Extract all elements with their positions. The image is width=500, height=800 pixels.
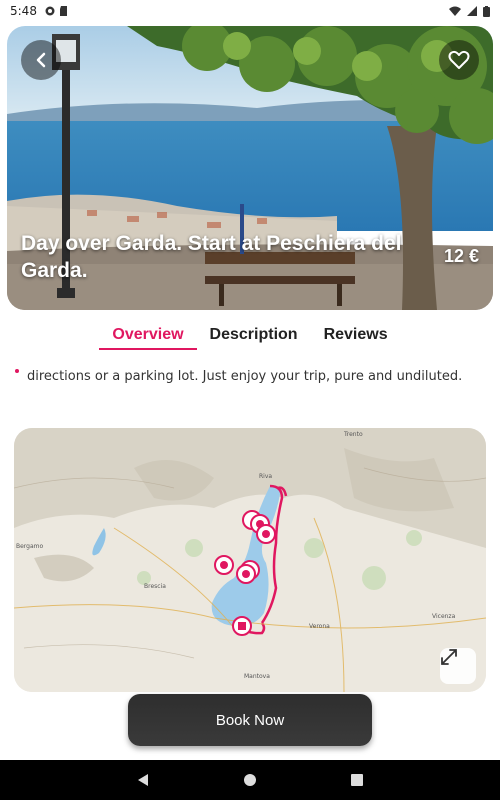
map-graphic: Trento Riva Bergamo Brescia Verona Vicen… <box>14 428 486 692</box>
tour-title: Day over Garda. Start at Peschiera del G… <box>21 232 402 282</box>
system-nav-bar <box>0 760 500 800</box>
favorite-button[interactable] <box>439 40 479 80</box>
back-button[interactable] <box>21 40 61 80</box>
tab-description[interactable]: Description <box>197 324 311 350</box>
heart-outline-icon <box>448 50 470 69</box>
arrow-left-icon <box>36 52 46 68</box>
nav-back-icon[interactable] <box>136 773 150 787</box>
nav-home-icon[interactable] <box>243 773 257 787</box>
book-now-wrapper: Book Now <box>128 694 372 752</box>
book-now-button[interactable]: Book Now <box>128 694 372 746</box>
expand-icon <box>441 649 457 665</box>
svg-text:Verona: Verona <box>309 623 330 630</box>
tab-overview[interactable]: Overview <box>99 324 197 350</box>
svg-text:Bergamo: Bergamo <box>16 543 43 550</box>
hero-image: Day over Garda. Start at Peschiera del G… <box>7 26 493 310</box>
app-notification-icon <box>45 6 55 16</box>
battery-icon <box>483 5 490 17</box>
overview-text: directions or a parking lot. Just enjoy … <box>27 369 463 384</box>
svg-text:Vicenza: Vicenza <box>432 613 456 620</box>
status-bar: 5:48 <box>0 0 500 22</box>
wifi-icon <box>449 6 461 16</box>
signal-icon <box>467 6 477 16</box>
status-time: 5:48 <box>10 4 37 18</box>
nav-recents-icon[interactable] <box>350 773 364 787</box>
tab-reviews[interactable]: Reviews <box>311 324 401 350</box>
svg-text:Trento: Trento <box>343 431 363 438</box>
expand-map-button[interactable] <box>440 648 476 684</box>
svg-text:Brescia: Brescia <box>144 583 166 590</box>
route-map[interactable]: Trento Riva Bergamo Brescia Verona Vicen… <box>14 428 486 692</box>
svg-text:Riva: Riva <box>259 473 272 480</box>
tab-bar: Overview Description Reviews <box>0 324 500 352</box>
tour-price: 12 € <box>443 246 479 266</box>
sd-card-icon <box>59 6 67 16</box>
svg-text:Mantova: Mantova <box>244 673 270 680</box>
